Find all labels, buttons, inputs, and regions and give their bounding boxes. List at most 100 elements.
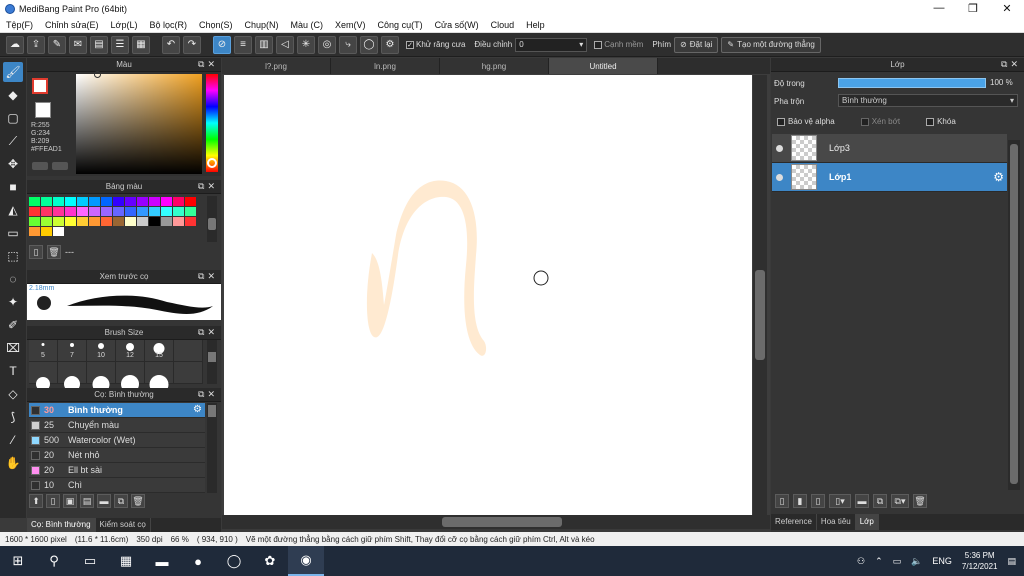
tab-reference[interactable]: Reference bbox=[771, 514, 817, 530]
canvas-hscrollbar[interactable] bbox=[222, 515, 770, 529]
brush-item[interactable]: 20 Ell bt sài bbox=[29, 463, 205, 478]
tab-brush[interactable]: Cọ: Bình thường bbox=[27, 518, 96, 532]
hue-handle[interactable] bbox=[207, 158, 217, 168]
maximize-button[interactable]: ❐ bbox=[956, 2, 990, 15]
brush-menu-icon[interactable]: ▣ bbox=[63, 494, 77, 508]
new-layer-8bit-icon[interactable]: ▮ bbox=[793, 494, 807, 508]
menu-filter[interactable]: Bộ lọc(R) bbox=[143, 20, 193, 30]
palette-swatch[interactable] bbox=[125, 207, 136, 216]
protect-alpha-checkbox[interactable]: Bảo vệ alpha bbox=[777, 117, 835, 126]
palette-swatch[interactable] bbox=[185, 197, 196, 206]
select-tool-icon[interactable]: ⬚ bbox=[3, 246, 23, 266]
brush-item[interactable]: 20 Nét nhỏ bbox=[29, 448, 205, 463]
panel-close-icon[interactable]: ⧉✕ bbox=[1001, 59, 1021, 70]
palette-swatch[interactable] bbox=[41, 217, 52, 226]
rectangle-tool-icon[interactable]: ▢ bbox=[3, 108, 23, 128]
line-button[interactable]: ✎ Tạo một đường thẳng bbox=[721, 36, 821, 53]
palette-swatch[interactable] bbox=[77, 217, 88, 226]
menu-file[interactable]: Tệp(F) bbox=[0, 20, 39, 30]
gradient-tool-icon[interactable]: ▭ bbox=[3, 223, 23, 243]
palette-swatch[interactable] bbox=[161, 217, 172, 226]
visibility-icon[interactable] bbox=[776, 173, 783, 181]
select-pen-icon[interactable]: ✐ bbox=[3, 315, 23, 335]
copy-brush-icon[interactable]: ▤ bbox=[80, 494, 94, 508]
lock-checkbox[interactable]: Khóa bbox=[926, 117, 956, 126]
brush-item[interactable]: 30 Bình thường ⚙ bbox=[29, 403, 205, 418]
radial-snap-icon[interactable]: ✳ bbox=[297, 35, 315, 54]
doc-tab-untitled[interactable]: Untitled bbox=[549, 58, 658, 74]
folder-icon[interactable]: ▬ bbox=[855, 494, 869, 508]
opera-icon[interactable]: ◯ bbox=[216, 546, 252, 576]
palette-swatch[interactable] bbox=[185, 207, 196, 216]
brush-size-cell[interactable] bbox=[29, 362, 58, 391]
cloud-icon[interactable]: ☁ bbox=[6, 35, 24, 54]
canvas-vscrollbar[interactable] bbox=[753, 75, 767, 515]
brush-size-cell[interactable] bbox=[174, 340, 203, 362]
brush-size-cell[interactable] bbox=[58, 362, 87, 392]
bucket-tool-icon[interactable]: ◭ bbox=[3, 200, 23, 220]
move-tool-icon[interactable]: ✥ bbox=[3, 154, 23, 174]
text-tool-icon[interactable]: T bbox=[3, 361, 23, 381]
menu-layer[interactable]: Lớp(L) bbox=[105, 20, 144, 30]
palette-swatch[interactable] bbox=[29, 197, 40, 206]
new-brush-icon[interactable]: ▯ bbox=[46, 494, 60, 508]
palette-swatch[interactable] bbox=[137, 207, 148, 216]
palette-swatch[interactable] bbox=[125, 197, 136, 206]
menu-snap[interactable]: Chụp(N) bbox=[239, 20, 285, 30]
palette-swatch[interactable] bbox=[137, 217, 148, 226]
upload-icon[interactable]: ⇪ bbox=[27, 35, 45, 54]
new-layer-1bit-icon[interactable]: ▯ bbox=[811, 494, 825, 508]
snap-off-icon[interactable]: ⊘ bbox=[213, 35, 231, 54]
reset-button[interactable]: ⊘ Đặt lại bbox=[674, 36, 719, 53]
hue-slider[interactable] bbox=[206, 74, 218, 172]
palette-swatch[interactable] bbox=[29, 227, 40, 236]
brush-size-cell[interactable] bbox=[116, 362, 145, 393]
eyedropper-tool-icon[interactable]: ⟆ bbox=[3, 407, 23, 427]
palette-swatch[interactable] bbox=[101, 197, 112, 206]
eraser-tool-icon[interactable]: ◆ bbox=[3, 85, 23, 105]
windows-start-icon[interactable]: ⊞ bbox=[0, 546, 36, 576]
palette-swatch[interactable] bbox=[161, 197, 172, 206]
search-icon[interactable]: ⚲ bbox=[36, 546, 72, 576]
palette-swatch[interactable] bbox=[101, 217, 112, 226]
explorer-icon[interactable]: ▬ bbox=[144, 546, 180, 576]
palette-swatch[interactable] bbox=[41, 197, 52, 206]
tab-layer[interactable]: Lớp bbox=[855, 514, 879, 530]
cross-snap-icon[interactable]: ▥ bbox=[255, 35, 273, 54]
add-brush-icon[interactable]: ⬆ bbox=[29, 494, 43, 508]
palette-swatch[interactable] bbox=[53, 217, 64, 226]
fill-rect-tool-icon[interactable]: ■ bbox=[3, 177, 23, 197]
trash-icon[interactable]: 🗑 bbox=[131, 494, 145, 508]
palette-swatch[interactable] bbox=[173, 207, 184, 216]
new-palette-icon[interactable]: ▯ bbox=[29, 245, 43, 259]
doc-tab-2[interactable]: ln.png bbox=[331, 58, 440, 74]
redo-icon[interactable]: ↷ bbox=[183, 35, 201, 54]
brush-size-cell[interactable] bbox=[145, 362, 174, 394]
people-icon[interactable]: ⚇ bbox=[857, 556, 865, 567]
circle-snap-icon[interactable]: ◎ bbox=[318, 35, 336, 54]
palette-swatch[interactable] bbox=[161, 207, 172, 216]
gear-icon[interactable]: ⚙ bbox=[993, 170, 1004, 184]
doc-tab-1[interactable]: l?.png bbox=[222, 58, 331, 74]
zalo-icon[interactable]: ● bbox=[180, 546, 216, 576]
palette-swatch[interactable] bbox=[89, 197, 100, 206]
saturation-value-picker[interactable] bbox=[76, 71, 202, 174]
settings-icon[interactable]: ⚙ bbox=[381, 35, 399, 54]
palette-swatch[interactable] bbox=[53, 227, 64, 236]
menu-help[interactable]: Help bbox=[520, 20, 551, 30]
menu-color[interactable]: Màu (C) bbox=[285, 20, 330, 30]
brush-item[interactable]: 10 Chì bbox=[29, 478, 205, 493]
palette-swatch[interactable] bbox=[149, 207, 160, 216]
curve-snap-icon[interactable]: ⤷ bbox=[339, 35, 357, 54]
trash-icon[interactable]: 🗑 bbox=[47, 245, 61, 259]
palette-swatch[interactable] bbox=[113, 207, 124, 216]
antialias-toggle[interactable]: ✓ Khử răng cưa bbox=[406, 40, 465, 49]
layer-scrollbar[interactable] bbox=[1008, 140, 1020, 490]
menu-cloud[interactable]: Cloud bbox=[485, 20, 521, 30]
menu-edit[interactable]: Chỉnh sửa(E) bbox=[39, 20, 105, 30]
palette-swatch[interactable] bbox=[173, 217, 184, 226]
brush-scrollbar[interactable] bbox=[207, 403, 217, 493]
grid-icon[interactable]: ▦ bbox=[132, 35, 150, 54]
paint-icon[interactable]: ✿ bbox=[252, 546, 288, 576]
visibility-icon[interactable] bbox=[776, 144, 783, 152]
